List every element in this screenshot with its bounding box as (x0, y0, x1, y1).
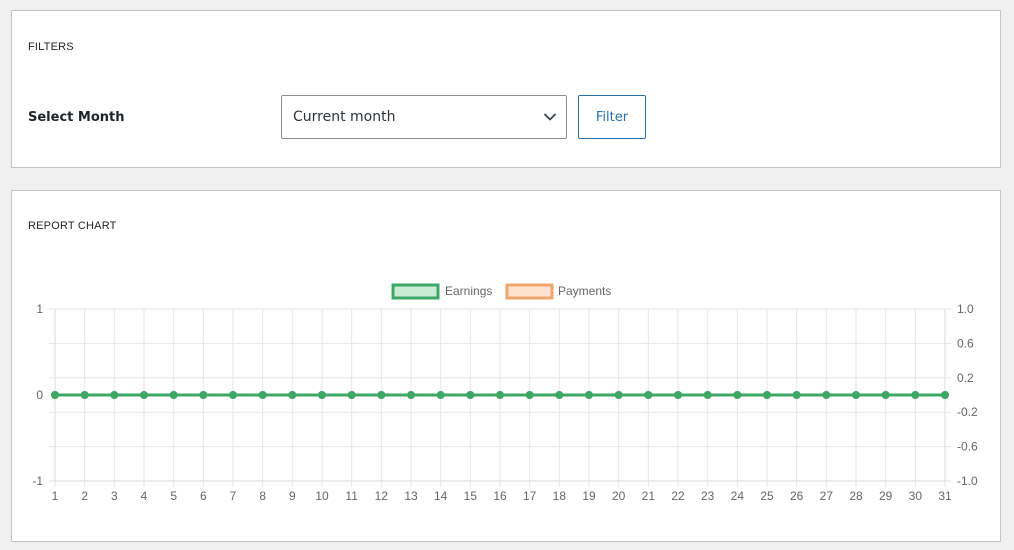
data-point-earnings (110, 391, 119, 399)
y-right-tick-label: -1.0 (957, 474, 978, 488)
x-tick-label: 7 (230, 489, 237, 503)
x-tick-label: 10 (315, 489, 329, 503)
data-point-earnings (140, 391, 148, 399)
x-tick-label: 15 (464, 489, 478, 503)
data-point-earnings (852, 391, 860, 399)
y-right-tick-label: 1.0 (957, 302, 974, 316)
data-point-earnings (792, 391, 801, 399)
chevron-down-icon (544, 113, 556, 121)
x-tick-label: 28 (849, 489, 863, 503)
x-tick-label: 8 (259, 489, 266, 503)
y-left-tick-label: 1 (36, 302, 43, 316)
y-right-tick-label: -0.2 (957, 405, 978, 419)
data-point-earnings (258, 391, 267, 399)
filters-title: FILTERS (28, 41, 74, 53)
y-right-tick-label: 0.6 (957, 336, 974, 350)
data-point-earnings (347, 391, 356, 399)
x-tick-label: 4 (141, 489, 148, 503)
y-right-tick-label: 0.2 (957, 371, 974, 385)
data-point-earnings (318, 391, 326, 399)
data-point-earnings (436, 391, 445, 399)
x-tick-label: 26 (790, 489, 804, 503)
select-month-label: Select Month (28, 110, 125, 125)
data-point-earnings (466, 391, 475, 399)
x-tick-label: 31 (938, 489, 952, 503)
x-tick-label: 17 (523, 489, 537, 503)
legend-swatch-payments (505, 283, 554, 300)
x-tick-label: 30 (909, 489, 923, 503)
x-tick-label: 2 (81, 489, 88, 503)
x-tick-label: 5 (170, 489, 177, 503)
data-point-earnings (407, 391, 415, 399)
data-point-earnings (199, 391, 208, 399)
data-point-earnings (941, 391, 949, 399)
data-point-earnings (703, 391, 712, 399)
month-select[interactable]: Current month (281, 95, 567, 139)
x-tick-label: 24 (731, 489, 745, 503)
x-tick-label: 1 (52, 489, 59, 503)
y-right-tick-label: -0.6 (957, 440, 978, 454)
data-point-earnings (614, 391, 623, 399)
month-select-value: Current month (293, 109, 396, 125)
x-tick-label: 9 (289, 489, 296, 503)
legend-swatch-earnings (391, 283, 440, 300)
x-tick-label: 18 (553, 489, 567, 503)
data-point-earnings (169, 391, 178, 399)
y-left-tick-label: 0 (36, 388, 43, 402)
x-tick-label: 13 (404, 489, 418, 503)
data-point-earnings (644, 391, 653, 399)
x-tick-label: 11 (345, 489, 358, 503)
y-left-tick-label: -1 (32, 474, 43, 488)
filters-panel: FILTERS Select Month Current month Filte… (11, 10, 1001, 168)
legend-label-payments: Payments (558, 284, 611, 298)
x-tick-label: 21 (642, 489, 656, 503)
data-point-earnings (585, 391, 593, 399)
x-tick-label: 23 (701, 489, 715, 503)
x-tick-label: 6 (200, 489, 207, 503)
report-chart: 10-11.00.60.2-0.2-0.6-1.01 2 3 4 5 6 7 8 9 10 11 12… (32, 283, 978, 503)
x-tick-label: 22 (671, 489, 685, 503)
x-tick-label: 25 (760, 489, 774, 503)
data-point-earnings (674, 391, 682, 399)
data-point-earnings (51, 391, 59, 399)
data-point-earnings (555, 391, 564, 399)
x-tick-label: 14 (434, 489, 448, 503)
x-tick-label: 20 (612, 489, 626, 503)
data-point-earnings (763, 391, 771, 399)
data-point-earnings (496, 391, 504, 399)
data-point-earnings (80, 391, 89, 399)
data-point-earnings (881, 391, 890, 399)
filter-button[interactable]: Filter (578, 95, 646, 139)
data-point-earnings (229, 391, 237, 399)
x-tick-label: 16 (493, 489, 507, 503)
legend-label-earnings: Earnings (445, 284, 492, 298)
data-point-earnings (377, 391, 386, 399)
x-tick-label: 12 (375, 489, 389, 503)
data-point-earnings (822, 391, 831, 399)
x-tick-label: 27 (820, 489, 834, 503)
data-point-earnings (525, 391, 534, 399)
x-tick-label: 3 (111, 489, 118, 503)
data-point-earnings (733, 391, 742, 399)
x-tick-label: 29 (879, 489, 893, 503)
data-point-earnings (288, 391, 297, 399)
report-chart-panel: REPORT CHART 1 0 -1 1.0 0.6 0.2 -0.2 -0.6 -1.0 1 2… (11, 190, 1001, 542)
x-tick-label: 19 (582, 489, 596, 503)
data-point-earnings (911, 391, 920, 399)
